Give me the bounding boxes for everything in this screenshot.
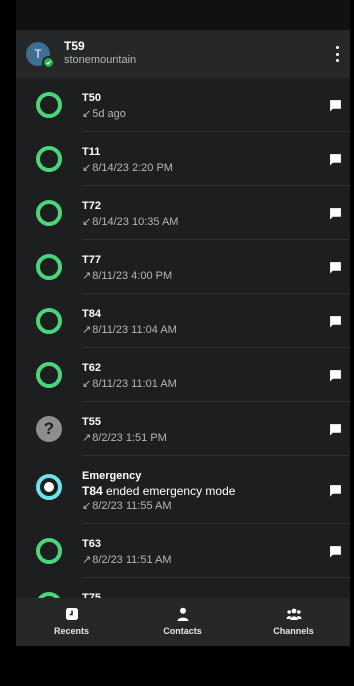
list-item-title: T72 (82, 200, 101, 212)
time-text: 8/14/23 10:35 AM (92, 216, 179, 228)
call-direction-icon: ↗ (82, 554, 92, 566)
status-online-icon (36, 538, 62, 564)
list-item-time: ↗8/2/23 1:51 PM (82, 431, 167, 444)
chat-icon[interactable] (329, 484, 342, 497)
message-text: ended emergency mode (106, 484, 236, 498)
chat-icon[interactable] (329, 545, 342, 558)
list-item-time: ↙5d ago (82, 107, 126, 120)
list-item[interactable]: Emergency T84 ended emergency mode ↙8/2/23… (16, 456, 350, 524)
list-item[interactable]: T63 ↗8/2/23 11:51 AM (16, 524, 350, 578)
tab-channels-label: Channels (273, 626, 314, 636)
chat-icon[interactable] (329, 369, 342, 382)
chat-icon[interactable] (329, 153, 342, 166)
app-frame: T T59 stonemountain T50 ↙5d ago T11 ↙8/14/2… (16, 0, 350, 686)
chat-icon[interactable] (329, 99, 342, 112)
time-text: 8/2/23 11:55 AM (92, 500, 172, 512)
chat-icon[interactable] (329, 261, 342, 274)
list-item[interactable]: T11 ↙8/14/23 2:20 PM (16, 132, 350, 186)
call-direction-icon: ↗ (82, 324, 92, 336)
list-item-time: ↙8/11/23 11:01 AM (82, 377, 177, 390)
status-online-icon (36, 362, 62, 388)
status-online-icon (36, 308, 62, 334)
list-item-title: T84 (82, 308, 101, 320)
list-item[interactable]: T62 ↙8/11/23 11:01 AM (16, 348, 350, 402)
call-direction-icon: ↙ (82, 378, 92, 390)
status-unknown-icon: ? (36, 416, 62, 442)
list-item[interactable]: T77 ↗8/11/23 4:00 PM (16, 240, 350, 294)
list-item-time: ↙8/14/23 10:35 AM (82, 215, 178, 228)
status-online-icon (36, 200, 62, 226)
chat-icon[interactable] (329, 207, 342, 220)
overflow-menu-icon[interactable] (330, 44, 344, 64)
list-item-title: T77 (82, 254, 101, 266)
chat-icon[interactable] (329, 315, 342, 328)
bottom-nav: Recents Contacts Channels (16, 598, 350, 646)
list-item-title: T55 (82, 416, 101, 428)
time-text: 8/2/23 1:51 PM (92, 432, 167, 444)
call-direction-icon: ↙ (82, 162, 92, 174)
list-item-title: T50 (82, 92, 101, 104)
status-online-icon (36, 92, 62, 118)
time-text: 8/14/23 2:20 PM (92, 162, 173, 174)
tab-recents-label: Recents (53, 626, 89, 636)
list-item-time: ↗8/2/23 11:51 AM (82, 553, 172, 566)
list-item-time: ↙8/14/23 2:20 PM (82, 161, 173, 174)
tab-contacts[interactable]: Contacts (127, 598, 238, 646)
call-direction-icon: ↙ (82, 216, 92, 228)
tab-recents[interactable]: Recents (16, 598, 127, 646)
online-check-icon (42, 56, 55, 69)
list-item[interactable]: T84 ↗8/11/23 11:04 AM (16, 294, 350, 348)
list-item[interactable]: T72 ↙8/14/23 10:35 AM (16, 186, 350, 240)
channels-icon (286, 608, 301, 620)
list-item-title: T62 (82, 362, 101, 374)
call-direction-icon: ↗ (82, 270, 92, 282)
header-title: T59 (64, 39, 85, 53)
list-item-message: T84 ended emergency mode (82, 484, 235, 498)
status-online-icon (36, 254, 62, 280)
chat-icon[interactable] (329, 423, 342, 436)
call-direction-icon: ↗ (82, 432, 92, 444)
list-item-title: T11 (82, 146, 101, 158)
call-direction-icon: ↙ (82, 500, 92, 512)
list-item-title: T63 (82, 538, 101, 550)
time-text: 8/2/23 11:51 AM (92, 554, 172, 566)
list-item[interactable]: T75 (16, 578, 350, 598)
time-text: 5d ago (92, 108, 126, 120)
tab-contacts-label: Contacts (163, 626, 202, 636)
time-text: 8/11/23 4:00 PM (92, 270, 173, 282)
list-item-time: ↗8/11/23 4:00 PM (82, 269, 172, 282)
recents-list: T50 ↙5d ago T11 ↙8/14/23 2:20 PM T72 ↙8/14/23… (16, 78, 350, 598)
status-online-icon (36, 146, 62, 172)
list-item-time: ↗8/11/23 11:04 AM (82, 323, 177, 336)
list-item[interactable]: ? T55 ↗8/2/23 1:51 PM (16, 402, 350, 456)
message-sender: T84 (82, 484, 103, 498)
contacts-icon (177, 607, 188, 621)
call-direction-icon: ↙ (82, 108, 92, 120)
tab-channels[interactable]: Channels (238, 598, 349, 646)
status-bar (16, 0, 350, 30)
time-text: 8/11/23 11:04 AM (92, 324, 177, 336)
list-item-time: ↙8/2/23 11:55 AM (82, 499, 172, 512)
header-subtitle: stonemountain (64, 54, 137, 66)
status-emergency-icon (36, 474, 62, 500)
recents-icon (65, 608, 78, 620)
time-text: 8/11/23 11:01 AM (92, 378, 177, 390)
app-header: T T59 stonemountain (16, 30, 350, 78)
list-item[interactable]: T50 ↙5d ago (16, 78, 350, 132)
list-item-title: Emergency (82, 470, 142, 482)
system-nav-area (16, 646, 350, 686)
